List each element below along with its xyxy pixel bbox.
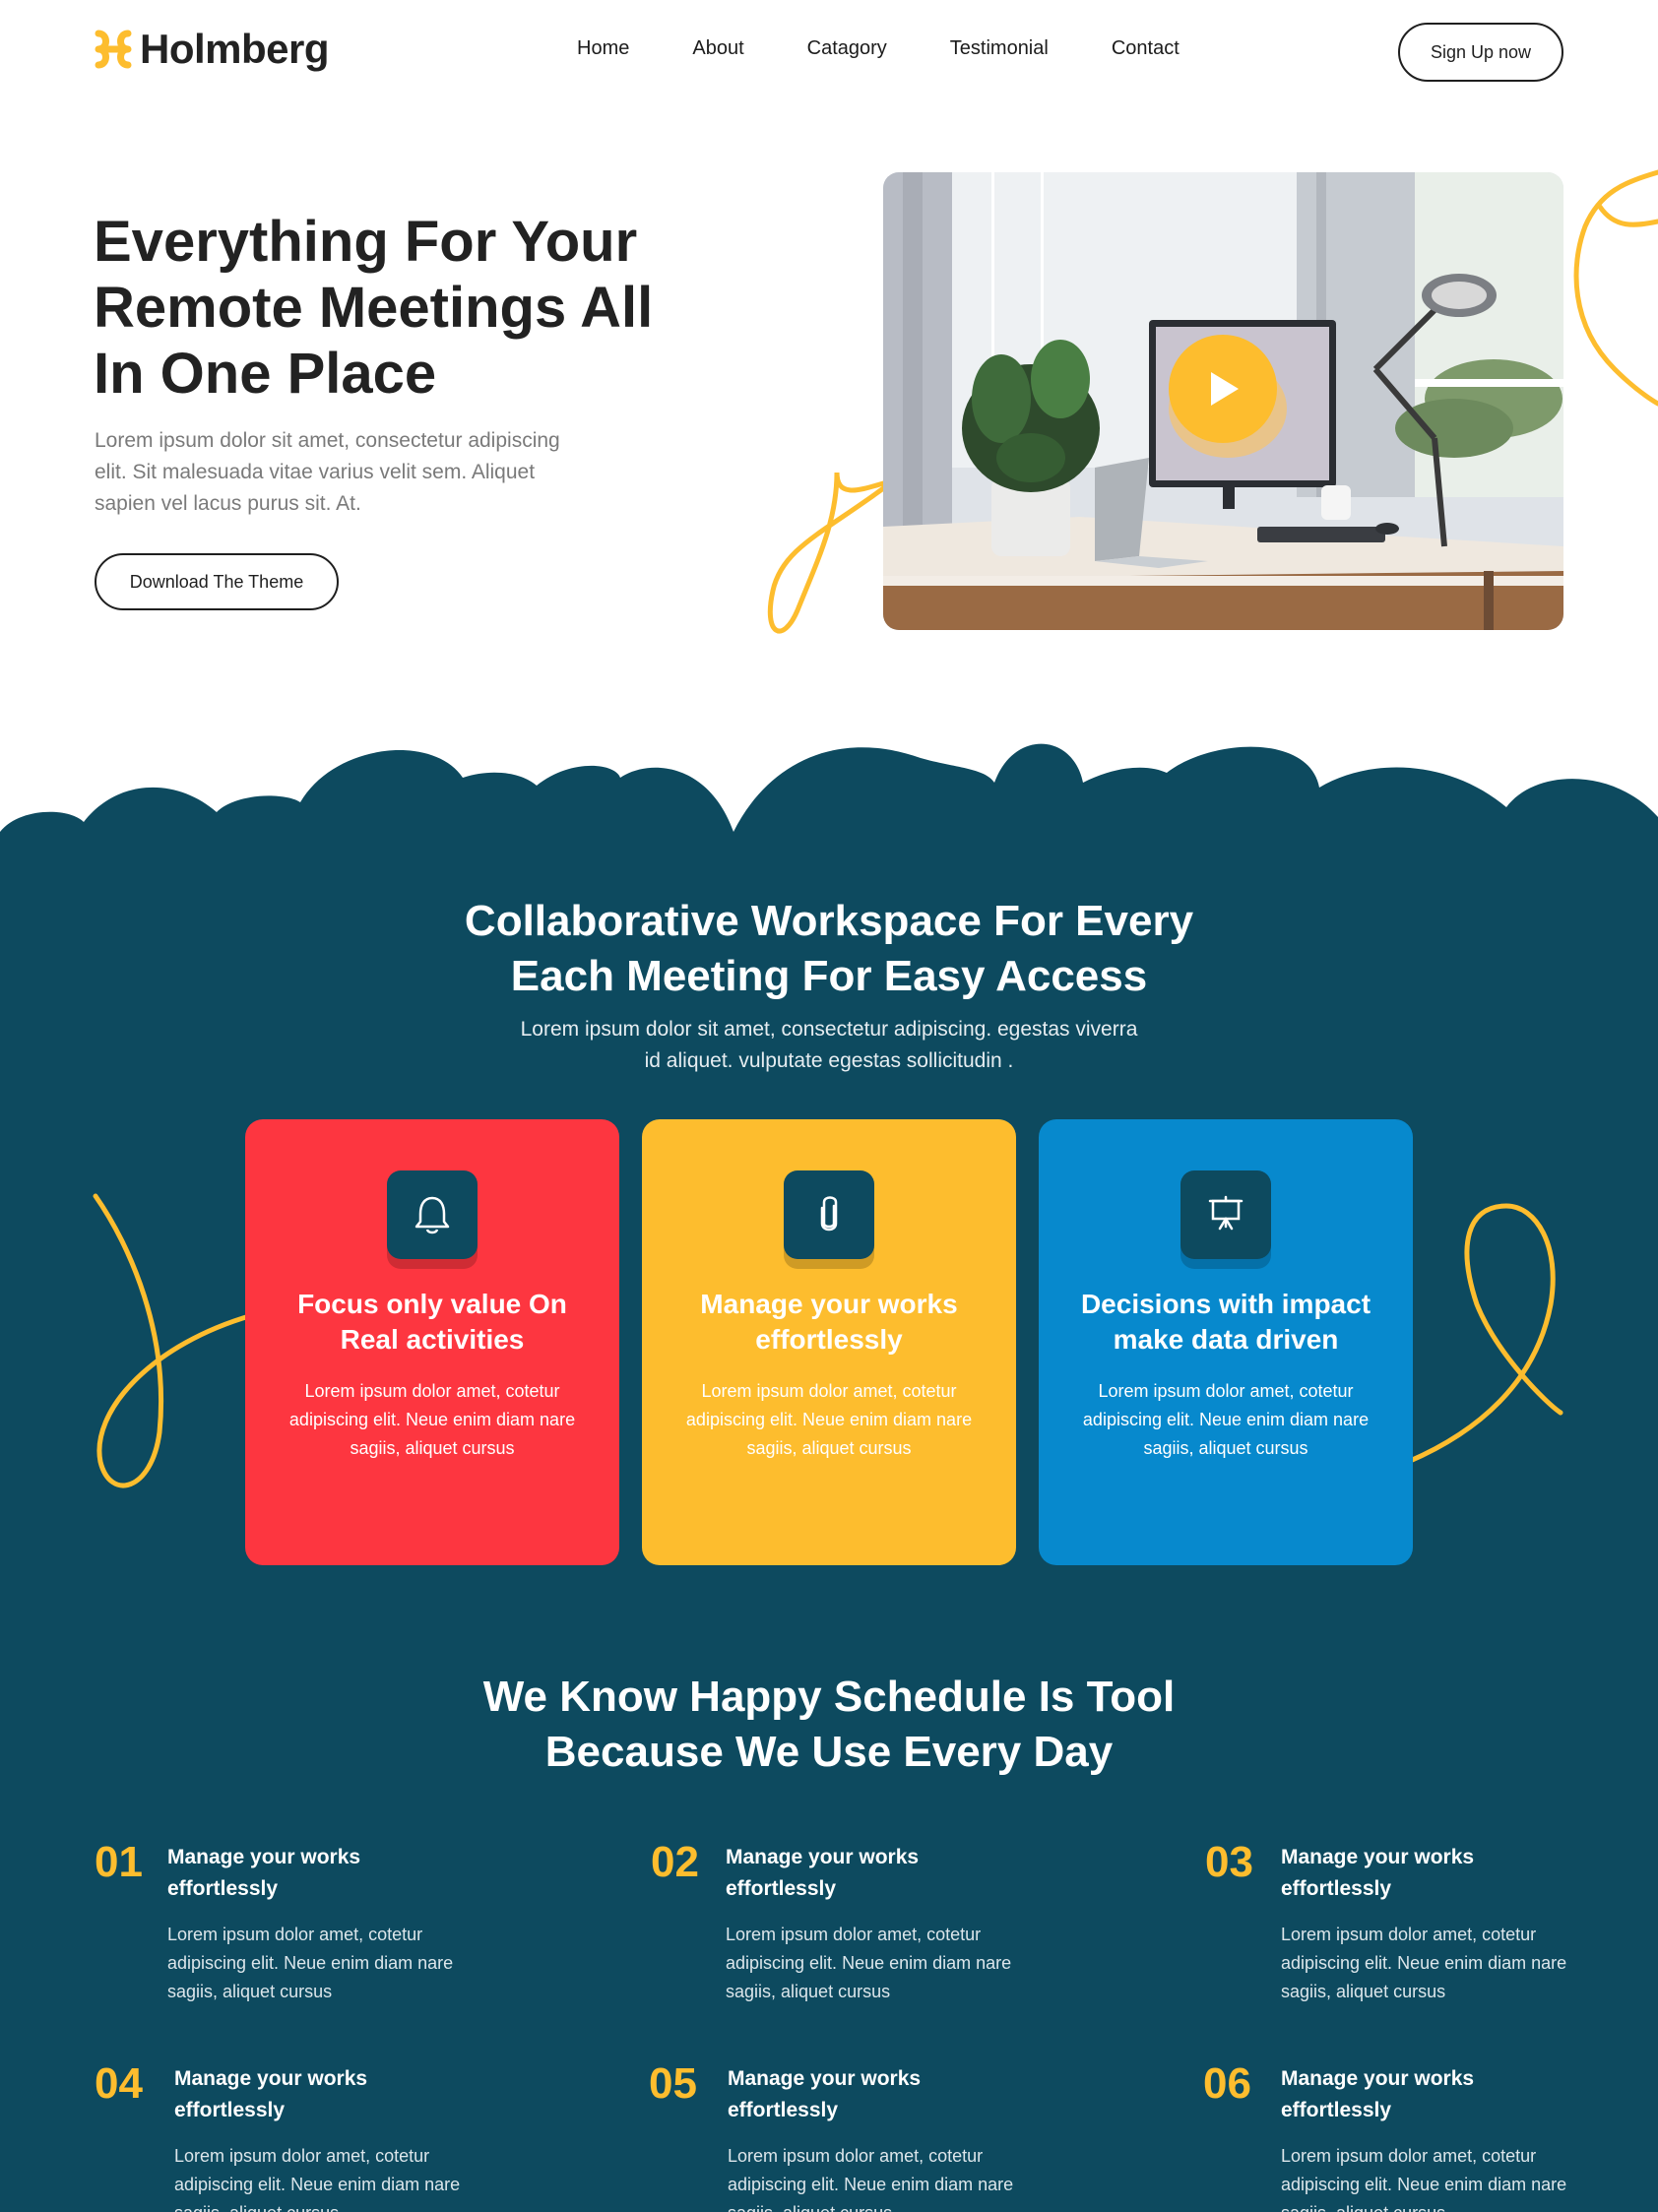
numbered-feature: 06 Manage your works effortlessly Lorem … xyxy=(1203,2059,1566,2212)
nav-item-testimonial[interactable]: Testimonial xyxy=(950,37,1049,60)
feature-title: Manage your works effortlessly xyxy=(728,2067,922,2121)
numbered-feature: 05 Manage your works effortlessly Lorem … xyxy=(649,2059,1013,2212)
brand-logo[interactable]: Holmberg xyxy=(95,26,330,73)
workspace-title: Collaborative Workspace For Every Each M… xyxy=(0,894,1658,1004)
schedule-title: We Know Happy Schedule Is Tool Because W… xyxy=(0,1670,1658,1780)
feature-text: Lorem ipsum dolor amet, cotetur adipisci… xyxy=(726,1925,1012,2001)
feature-title: Manage your works effortlessly xyxy=(174,2067,368,2121)
card-text: Lorem ipsum dolor amet, cotetur adipisci… xyxy=(685,1381,973,1458)
hero-title: Everything For Your Remote Meetings All … xyxy=(94,210,654,406)
card-icon-container xyxy=(1180,1170,1271,1269)
feature-text: Lorem ipsum dolor amet, cotetur adipisci… xyxy=(1281,2146,1567,2212)
feature-card[interactable]: Decisions with impact make data driven L… xyxy=(1039,1119,1413,1565)
feature-number: 02 xyxy=(651,1838,699,1886)
feature-text: Lorem ipsum dolor amet, cotetur adipisci… xyxy=(728,2146,1014,2212)
decorative-squiggle xyxy=(93,1193,258,1488)
card-title: Focus only value On Real activities xyxy=(297,1289,567,1355)
feature-number: 05 xyxy=(649,2059,697,2108)
card-icon-container xyxy=(784,1170,874,1269)
feature-number: 06 xyxy=(1203,2059,1251,2108)
hero-description: Lorem ipsum dolor sit amet, consectetur … xyxy=(95,429,560,515)
feature-text: Lorem ipsum dolor amet, cotetur adipisci… xyxy=(167,1925,454,2001)
bell-icon xyxy=(414,1196,450,1234)
nav-item-about[interactable]: About xyxy=(692,37,743,60)
feature-title: Manage your works effortlessly xyxy=(1281,2067,1475,2121)
nav-item-home[interactable]: Home xyxy=(577,37,629,60)
feature-number: 01 xyxy=(95,1838,143,1886)
workspace-title-text: Collaborative Workspace For Every Each M… xyxy=(464,897,1194,1000)
decorative-squiggle xyxy=(1573,169,1658,407)
feature-card[interactable]: Manage your works effortlessly Lorem ips… xyxy=(642,1119,1016,1565)
nav-item-category[interactable]: Catagory xyxy=(807,37,887,60)
feature-number: 03 xyxy=(1205,1838,1253,1886)
feature-text: Lorem ipsum dolor amet, cotetur adipisci… xyxy=(174,2146,461,2212)
presentation-board-icon xyxy=(1208,1195,1244,1231)
feature-title: Manage your works effortlessly xyxy=(1281,1846,1475,1900)
feature-title: Manage your works effortlessly xyxy=(167,1846,361,1900)
numbered-feature: 04 Manage your works effortlessly Lorem … xyxy=(95,2059,460,2212)
feature-card[interactable]: Focus only value On Real activities Lore… xyxy=(245,1119,619,1565)
paperclip-icon xyxy=(820,1196,838,1232)
workspace-description: Lorem ipsum dolor sit amet, consectetur … xyxy=(0,1014,1658,1077)
numbered-feature: 01 Manage your works effortlessly Lorem … xyxy=(95,1838,453,2015)
card-icon-box xyxy=(1180,1170,1271,1259)
decorative-squiggle xyxy=(767,472,896,634)
card-icon-box xyxy=(784,1170,874,1259)
card-icon-container xyxy=(387,1170,478,1269)
card-text: Lorem ipsum dolor amet, cotetur adipisci… xyxy=(1082,1381,1370,1458)
play-icon xyxy=(1211,372,1239,406)
decorative-squiggle xyxy=(1408,1203,1563,1465)
numbered-feature: 02 Manage your works effortlessly Lorem … xyxy=(651,1838,1011,2015)
schedule-title-text: We Know Happy Schedule Is Tool Because W… xyxy=(482,1673,1176,1776)
feature-number: 04 xyxy=(95,2059,143,2108)
workspace-description-text: Lorem ipsum dolor sit amet, consectetur … xyxy=(520,1018,1138,1072)
card-text: Lorem ipsum dolor amet, cotetur adipisci… xyxy=(288,1381,576,1458)
play-video-button[interactable] xyxy=(1169,335,1277,443)
site-header: Holmberg Home About Catagory Testimonial… xyxy=(0,0,1658,108)
numbered-feature: 03 Manage your works effortlessly Lorem … xyxy=(1205,1838,1566,2015)
sign-up-button[interactable]: Sign Up now xyxy=(1398,23,1563,82)
brand-name: Holmberg xyxy=(140,26,330,72)
card-title: Manage your works effortlessly xyxy=(700,1289,958,1355)
main-nav: Home About Catagory Testimonial Contact xyxy=(577,37,1180,60)
features-section: Collaborative Workspace For Every Each M… xyxy=(0,738,1658,2212)
card-icon-box xyxy=(387,1170,478,1259)
feature-title: Manage your works effortlessly xyxy=(726,1846,920,1900)
logo-mark-icon xyxy=(95,30,132,69)
card-title: Decisions with impact make data driven xyxy=(1080,1289,1371,1355)
download-theme-button[interactable]: Download The Theme xyxy=(95,553,339,610)
feature-text: Lorem ipsum dolor amet, cotetur adipisci… xyxy=(1281,1925,1567,2001)
nav-item-contact[interactable]: Contact xyxy=(1112,37,1180,60)
